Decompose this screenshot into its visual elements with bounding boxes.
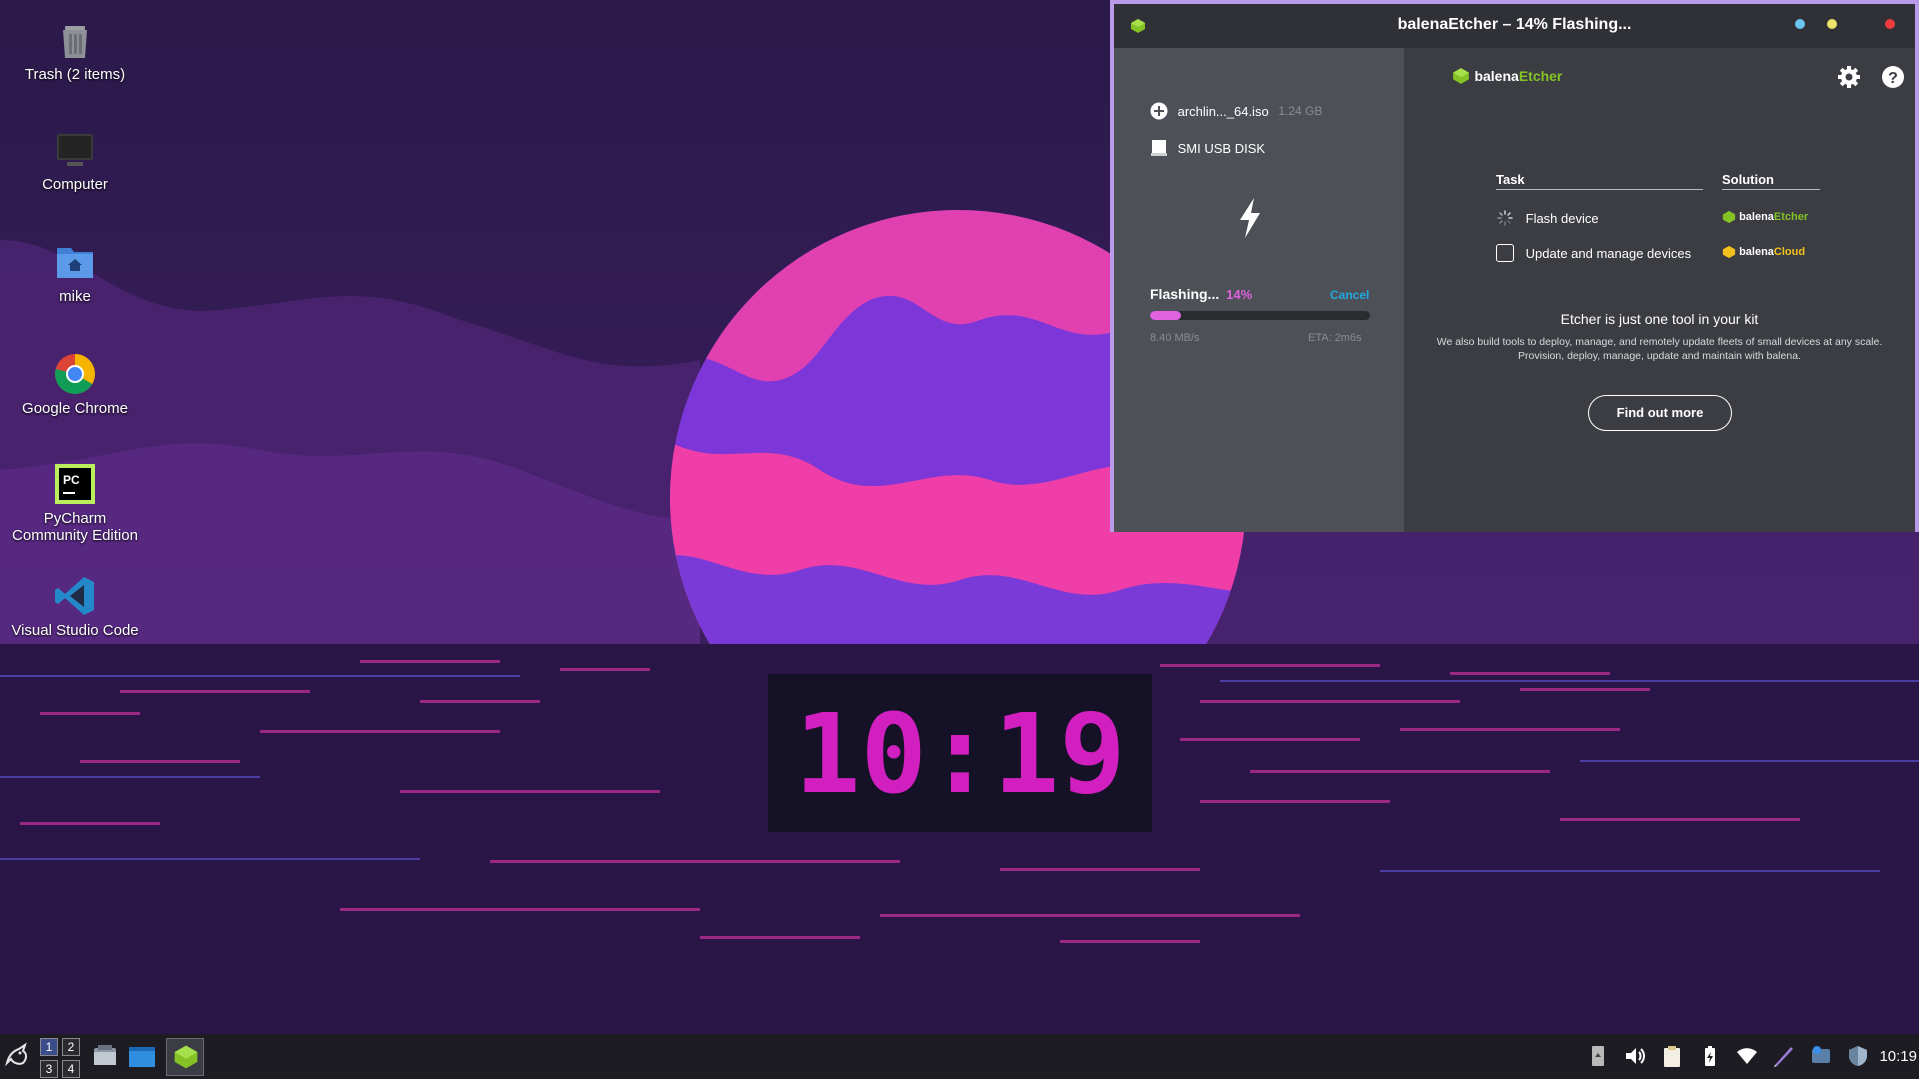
chrome-icon — [55, 354, 95, 394]
plus-circle-icon — [1150, 102, 1168, 120]
vscode-icon — [55, 577, 94, 615]
file-manager-icon[interactable] — [92, 1043, 118, 1069]
solution-part2: Cloud — [1773, 246, 1806, 258]
etcher-taskbar-icon — [174, 1045, 198, 1069]
lightning-bolt-icon — [1240, 198, 1260, 238]
pixel-clock-digits: 10:19 — [794, 690, 1125, 818]
etcher-right-pane: balenaEtcher ? Task Solution Flash devic… — [1404, 48, 1915, 532]
window-switcher-icon[interactable] — [128, 1043, 156, 1069]
image-size: 1.24 GB — [1278, 104, 1323, 118]
usb-drive-icon[interactable] — [1586, 1044, 1610, 1068]
computer-icon — [57, 134, 93, 166]
solution-part1: balena — [1739, 211, 1774, 223]
volume-icon[interactable] — [1623, 1044, 1647, 1068]
task-label: Update and manage devices — [1525, 245, 1692, 261]
drive-row[interactable]: SMI USB DISK — [1150, 139, 1265, 157]
pen-tool-icon[interactable] — [1772, 1044, 1796, 1068]
task-label: Flash device — [1525, 210, 1599, 226]
flash-speed: 8.40 MB/s — [1150, 332, 1200, 344]
solution-column-header: Solution — [1722, 172, 1820, 190]
home-folder-icon — [57, 248, 93, 278]
notifications-icon[interactable] — [1809, 1044, 1833, 1068]
svg-text:PC: PC — [63, 473, 80, 487]
desktop-icon-home-folder[interactable]: mike — [10, 240, 140, 305]
brand-part1: balena — [1474, 68, 1519, 84]
desktop-icon-label: Computer — [42, 176, 108, 193]
shield-icon[interactable] — [1846, 1044, 1870, 1068]
start-menu-icon[interactable] — [3, 1041, 31, 1069]
spinner-icon — [1497, 210, 1513, 226]
progress-label: Flashing... 14% — [1150, 286, 1252, 302]
desktop-icon-label: Google Chrome — [22, 400, 128, 417]
pycharm-icon: PC — [55, 464, 95, 504]
desktop-icon-vscode[interactable]: Visual Studio Code — [10, 574, 140, 639]
svg-text:?: ? — [1888, 70, 1898, 87]
flashing-label: Flashing... — [1150, 286, 1220, 302]
flash-eta: ETA: 2m6s — [1308, 332, 1362, 344]
task-checkbox[interactable] — [1496, 244, 1514, 262]
solution-part1: balena — [1739, 246, 1774, 258]
wifi-icon[interactable] — [1735, 1044, 1759, 1068]
desktop-icon-pycharm[interactable]: PC PyCharm Community Edition — [10, 462, 140, 544]
brand-part2: Etcher — [1518, 68, 1563, 84]
balena-etcher-icon — [1722, 210, 1736, 224]
workspace-3[interactable]: 3 — [40, 1060, 58, 1078]
battery-icon[interactable] — [1698, 1044, 1722, 1068]
solution-cloud: balenaCloud — [1722, 245, 1805, 259]
etcher-brand-logo: balenaEtcher — [1452, 67, 1562, 85]
clipboard-icon[interactable] — [1660, 1044, 1684, 1068]
desktop-icon-label: Visual Studio Code — [11, 622, 139, 639]
solution-part2: Etcher — [1773, 211, 1809, 223]
settings-gear-icon[interactable] — [1837, 65, 1861, 89]
promo-line1: We also build tools to deploy, manage, a… — [1436, 336, 1883, 348]
task-row-update[interactable]: Update and manage devices — [1496, 244, 1691, 262]
taskbar-etcher-button[interactable] — [166, 1038, 204, 1076]
task-column-header: Task — [1496, 172, 1703, 190]
clock-widget: 10:19 — [768, 674, 1152, 832]
desktop-icon-computer[interactable]: Computer — [10, 128, 140, 193]
balena-cube-icon — [1453, 68, 1469, 84]
workspace-2[interactable]: 2 — [62, 1038, 80, 1056]
image-name: archlin..._64.iso — [1177, 103, 1269, 119]
workspace-1[interactable]: 1 — [40, 1038, 58, 1056]
minimize-button[interactable] — [1795, 19, 1805, 29]
desktop-icon-label: mike — [59, 288, 91, 305]
image-row[interactable]: archlin..._64.iso 1.24 GB — [1150, 102, 1322, 120]
desktop-icon-chrome[interactable]: Google Chrome — [10, 352, 140, 417]
desktop-icon-label: PyCharm Community Edition — [12, 510, 138, 544]
etcher-window[interactable]: balenaEtcher – 14% Flashing... archlin..… — [1110, 0, 1919, 532]
balena-cloud-icon — [1722, 245, 1736, 259]
taskbar-clock[interactable]: 10:19 — [1879, 1048, 1917, 1065]
drive-name: SMI USB DISK — [1177, 140, 1266, 156]
solution-etcher: balenaEtcher — [1722, 210, 1808, 224]
drive-icon — [1151, 140, 1167, 156]
cancel-button[interactable]: Cancel — [1330, 288, 1369, 302]
flashing-percent: 14% — [1226, 287, 1253, 302]
promo-title: Etcher is just one tool in your kit — [1560, 311, 1759, 327]
workspace-4[interactable]: 4 — [62, 1060, 80, 1078]
desktop-icon-trash[interactable]: Trash (2 items) — [10, 18, 140, 83]
etcher-left-pane: archlin..._64.iso 1.24 GB SMI USB DISK F… — [1114, 48, 1404, 532]
window-titlebar[interactable]: balenaEtcher – 14% Flashing... — [1114, 4, 1915, 48]
flash-progress-fill — [1150, 311, 1181, 320]
desktop-icon-label: Trash (2 items) — [24, 66, 126, 83]
promo-line2: Provision, deploy, manage, update and ma… — [1518, 350, 1801, 362]
maximize-button[interactable] — [1827, 19, 1837, 29]
task-row-flash: Flash device — [1496, 209, 1599, 227]
flash-progress-bar — [1150, 311, 1370, 320]
find-out-more-button[interactable]: Find out more — [1588, 395, 1732, 431]
help-icon[interactable]: ? — [1881, 65, 1905, 89]
close-button[interactable] — [1885, 19, 1895, 29]
trash-icon — [63, 26, 87, 58]
clock-time: 10:19 — [794, 690, 1125, 818]
